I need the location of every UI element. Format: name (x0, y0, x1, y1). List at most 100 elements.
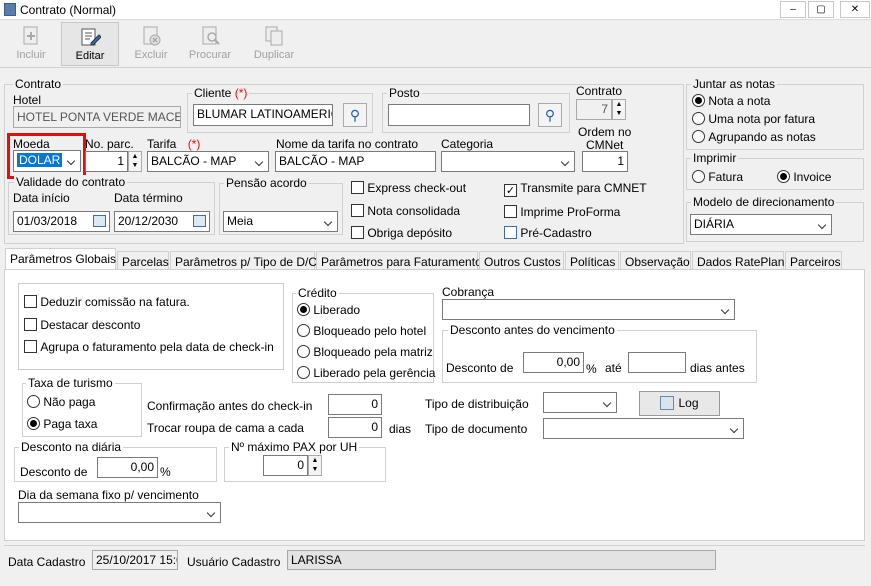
credito-radio-liberado-gerencia[interactable]: Liberado pela gerência (297, 366, 435, 382)
calendar-icon[interactable] (93, 215, 106, 227)
log-button[interactable]: Log (639, 391, 720, 416)
ordem-label-2: CMNet (586, 138, 624, 152)
tab-politicas[interactable]: Políticas (565, 251, 619, 271)
posto-input[interactable] (388, 104, 530, 126)
juntar-radio-fatura[interactable]: Uma nota por fatura (692, 112, 815, 128)
destacar-checkbox[interactable]: Destacar desconto (24, 318, 140, 334)
usuario-cadastro-field: LARISSA (287, 550, 716, 570)
obriga-deposito-checkbox[interactable]: Obriga depósito (351, 226, 452, 242)
cliente-input[interactable]: BLUMAR LATINOAMERICA (193, 104, 333, 126)
taxa-radio-nao-paga[interactable]: Não paga (27, 395, 95, 411)
taxa-turismo-title: Taxa de turismo (26, 376, 115, 390)
hotel-field: HOTEL PONTA VERDE MACEIÓ (13, 106, 181, 128)
minimize-button[interactable]: – (780, 1, 806, 18)
troca-input[interactable]: 0 (328, 417, 382, 438)
data-cadastro-field: 25/10/2017 15:0 (92, 550, 178, 570)
noparc-input[interactable]: 1 (85, 151, 128, 172)
ate-label: até (605, 361, 622, 375)
duplicar-button[interactable]: Duplicar (245, 22, 303, 66)
delete-document-icon (143, 26, 161, 46)
procurar-button[interactable]: Procurar (181, 22, 239, 66)
pre-cadastro-checkbox[interactable]: Pré-Cadastro (504, 226, 592, 242)
editar-button[interactable]: Editar (61, 22, 119, 66)
express-checkout-checkbox[interactable]: Express check-out (351, 181, 466, 197)
incluir-button[interactable]: Incluir (2, 22, 60, 66)
nota-consolidada-checkbox[interactable]: Nota consolidada (351, 204, 460, 220)
pax-spinner[interactable]: ▲ ▼ (308, 455, 322, 476)
credito-radio-bloqueado-matriz[interactable]: Bloqueado pela matriz (297, 345, 433, 361)
close-button[interactable]: ✕ (840, 1, 870, 18)
data-termino-label: Data término (114, 191, 183, 205)
contrato-spinner[interactable]: ▲ ▼ (612, 99, 626, 120)
tab-faturamento[interactable]: Parâmetros para Faturamento (316, 251, 482, 271)
edit-document-icon (81, 28, 101, 46)
juntar-radio-nota[interactable]: Nota a nota (692, 94, 770, 110)
transmite-cmnet-checkbox[interactable]: Transmite para CMNET (504, 181, 647, 197)
log-icon (660, 396, 675, 410)
ate-input[interactable] (628, 352, 686, 373)
modelo-select[interactable]: DIÁRIA (690, 214, 832, 235)
tab-parcelas[interactable]: Parcelas (117, 251, 169, 271)
agrupa-checkbox[interactable]: Agrupa o faturamento pela data de check-… (24, 340, 274, 356)
categoria-select[interactable] (441, 151, 575, 172)
toolbar: Incluir Editar Excluir Procurar Duplicar (0, 20, 871, 68)
tab-parametros-globais[interactable]: Parâmetros Globais (5, 248, 116, 270)
app-icon (4, 3, 16, 16)
duplicate-document-icon (265, 26, 283, 46)
taxa-radio-paga[interactable]: Paga taxa (27, 417, 97, 433)
excluir-label: Excluir (134, 49, 168, 61)
dia-semana-select[interactable] (18, 502, 221, 523)
desconto-vencimento-input[interactable]: 0,00 (523, 352, 584, 373)
tipo-documento-select[interactable] (543, 418, 744, 439)
tarifa-required: (*) (187, 137, 201, 151)
credito-radio-bloqueado-hotel[interactable]: Bloqueado pelo hotel (297, 324, 426, 340)
data-inicio-input[interactable]: 01/03/2018 (13, 211, 110, 232)
pax-input[interactable]: 0 (263, 455, 308, 476)
log-label: Log (678, 396, 699, 410)
data-inicio-value: 01/03/2018 (17, 214, 78, 228)
nome-tarifa-input[interactable]: BALCÃO - MAP (275, 151, 436, 172)
ordem-input[interactable]: 1 (582, 151, 628, 172)
usuario-cadastro-label: Usuário Cadastro (187, 555, 281, 569)
imprime-proforma-checkbox[interactable]: Imprime ProForma (504, 205, 620, 221)
pensao-select[interactable]: Meia (223, 211, 338, 232)
tarifa-select[interactable]: BALCÃO - MAP (147, 151, 269, 172)
data-cadastro-label: Data Cadastro (8, 555, 86, 569)
juntar-radio-agrupando[interactable]: Agrupando as notas (692, 130, 816, 146)
tab-tipo-dc[interactable]: Parâmetros p/ Tipo de D/C (170, 251, 317, 271)
cobranca-select[interactable] (442, 299, 735, 320)
tab-observacao[interactable]: Observação (620, 251, 691, 271)
noparc-label: No. parc. (85, 137, 134, 151)
desconto-vencimento-group: Desconto antes do vencimento (442, 323, 757, 383)
categoria-label: Categoria (441, 137, 494, 151)
excluir-button[interactable]: Excluir (122, 22, 180, 66)
confirmacao-label: Confirmação antes do check-in (147, 399, 313, 413)
percent-symbol-2: % (160, 465, 171, 479)
desconto-diaria-label: Desconto de (20, 465, 88, 479)
maximize-button[interactable]: ▢ (808, 1, 834, 18)
credito-title: Crédito (296, 286, 339, 300)
data-termino-input[interactable]: 20/12/2030 (114, 211, 210, 232)
imprimir-radio-invoice[interactable]: Invoice (777, 170, 831, 186)
ordem-label-1: Ordem no (578, 125, 632, 139)
tab-rateplan[interactable]: Dados RatePlan (692, 251, 784, 271)
tab-outros-custos[interactable]: Outros Custos (479, 251, 564, 271)
posto-search-button[interactable]: ⚲ (538, 103, 562, 127)
calendar-icon[interactable] (193, 215, 206, 227)
tarifa-label: Tarifa (147, 137, 177, 151)
credito-radio-liberado[interactable]: Liberado (297, 303, 360, 319)
nome-tarifa-label: Nome da tarifa no contrato (276, 137, 419, 151)
dia-semana-label: Dia da semana fixo p/ vencimento (18, 488, 199, 502)
deduzir-checkbox[interactable]: Deduzir comissão na fatura. (24, 295, 190, 311)
moeda-highlight-box (7, 133, 86, 179)
imprimir-radio-fatura[interactable]: Fatura (692, 170, 743, 186)
juntar-title: Juntar as notas (691, 77, 778, 91)
confirmacao-input[interactable]: 0 (328, 394, 382, 415)
noparc-spinner[interactable]: ▲ ▼ (128, 151, 142, 172)
desconto-diaria-input[interactable]: 0,00 (97, 457, 158, 478)
troca-label: Trocar roupa de cama a cada (147, 421, 304, 435)
tab-parceiros[interactable]: Parceiros (785, 251, 842, 271)
search-icon: ⚲ (349, 107, 361, 123)
cliente-search-button[interactable]: ⚲ (343, 103, 367, 127)
tipo-distribuicao-select[interactable] (543, 392, 617, 413)
